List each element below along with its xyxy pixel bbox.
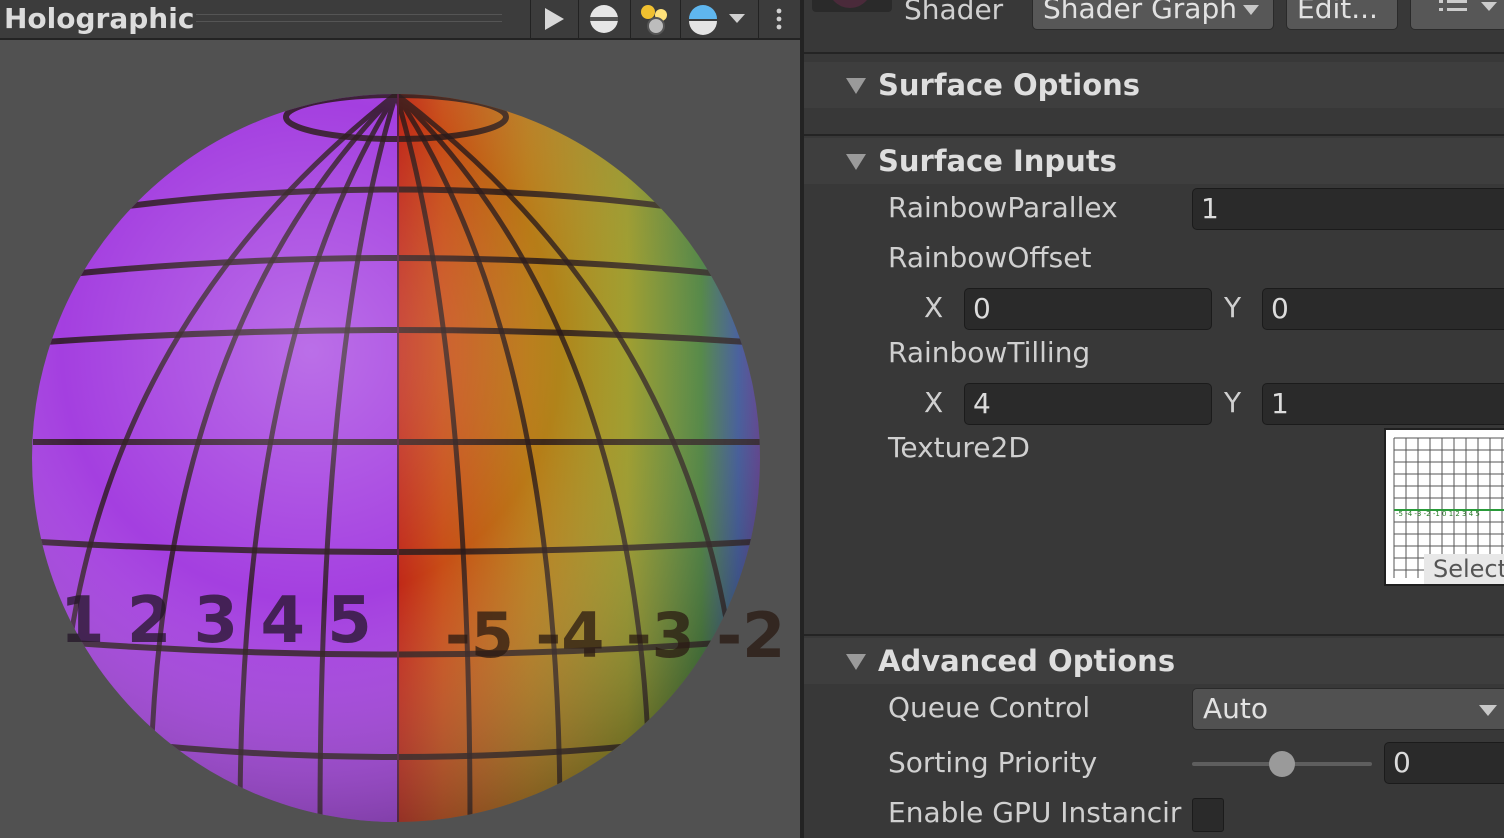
chevron-down-icon <box>1479 705 1497 716</box>
material-inspector: Shader Shader Graph Edit... Surface Opti… <box>800 0 1504 838</box>
preview-viewport[interactable]: 1 2 3 4 5 -5 -4 -3 -2 <box>0 42 800 838</box>
rainbow-offset-y-field[interactable]: 0 <box>1262 288 1504 330</box>
kebab-menu-icon <box>776 8 782 30</box>
foldout-arrow-icon <box>846 78 866 94</box>
gpu-instancing-checkbox[interactable] <box>1192 798 1224 832</box>
section-advanced-options[interactable]: Advanced Options <box>804 638 1504 684</box>
list-icon <box>1439 0 1497 11</box>
foldout-arrow-icon <box>846 654 866 670</box>
rainbow-offset-x-label[interactable]: X <box>924 290 943 326</box>
section-title: Advanced Options <box>878 644 1176 678</box>
section-title: Surface Options <box>878 68 1141 102</box>
queue-control-dropdown[interactable]: Auto <box>1192 688 1504 730</box>
shader-menu-button[interactable] <box>1410 0 1504 30</box>
foldout-arrow-icon <box>846 154 866 170</box>
section-surface-inputs[interactable]: Surface Inputs <box>804 138 1504 184</box>
sphere-icon <box>590 5 618 33</box>
preview-lights-button[interactable] <box>630 0 679 38</box>
sorting-priority-field[interactable]: 0 <box>1384 742 1504 784</box>
preview-header: Holographic <box>0 0 800 40</box>
queue-control-value: Auto <box>1203 692 1269 725</box>
divider <box>804 134 1504 136</box>
rainbow-offset-y-label[interactable]: Y <box>1224 290 1241 326</box>
title-drag-grip[interactable] <box>196 14 502 22</box>
rainbow-tilling-y-label[interactable]: Y <box>1224 385 1241 421</box>
queue-control-label: Queue Control <box>888 691 1091 724</box>
rainbow-tilling-y-field[interactable]: 1 <box>1262 383 1504 425</box>
shader-dropdown[interactable]: Shader Graph <box>1032 0 1274 30</box>
edit-button-label: Edit... <box>1297 0 1378 25</box>
chevron-down-icon <box>1242 5 1259 15</box>
sphere-numbers-left: 1 2 3 4 5 <box>60 584 372 658</box>
material-preview-panel: Holographic 1 2 3 4 5 -5 -4 -3 -2 <box>0 0 800 838</box>
shader-label: Shader <box>904 0 1004 26</box>
texture2d-label: Texture2D <box>888 431 1030 464</box>
divider <box>804 52 1504 54</box>
preview-title: Holographic <box>4 2 195 35</box>
section-title: Surface Inputs <box>878 144 1117 178</box>
rainbow-tilling-x-field[interactable]: 4 <box>964 383 1212 425</box>
shader-dropdown-value: Shader Graph <box>1043 0 1237 25</box>
rainbow-offset-x-field[interactable]: 0 <box>964 288 1212 330</box>
holographic-sphere: 1 2 3 4 5 -5 -4 -3 -2 <box>32 94 785 822</box>
play-icon <box>545 8 564 30</box>
texture-axis-numbers: -5 -4 -3 -2 -1 0 1 2 3 4 5 <box>1396 510 1480 518</box>
preview-more-button[interactable] <box>758 0 799 38</box>
play-button[interactable] <box>530 0 577 38</box>
rainbow-tilling-label: RainbowTilling <box>888 336 1091 369</box>
section-surface-options[interactable]: Surface Options <box>804 62 1504 108</box>
material-thumbnail <box>812 0 892 12</box>
lights-icon <box>641 5 667 35</box>
skybox-icon <box>689 5 717 35</box>
gpu-instancing-label: Enable GPU Instancir <box>888 796 1182 829</box>
preview-mesh-button[interactable] <box>578 0 629 38</box>
chevron-down-icon <box>729 14 745 23</box>
preview-skybox-dropdown[interactable] <box>680 0 755 38</box>
texture-select-button[interactable]: Select <box>1424 554 1504 584</box>
sphere-numbers-right: -5 -4 -3 -2 <box>445 599 785 672</box>
rainbow-offset-label: RainbowOffset <box>888 241 1092 274</box>
sorting-priority-label: Sorting Priority <box>888 746 1098 779</box>
rainbow-parallex-field[interactable]: 1 <box>1192 188 1504 230</box>
edit-shader-button[interactable]: Edit... <box>1286 0 1398 30</box>
rainbow-tilling-x-label[interactable]: X <box>924 385 943 421</box>
sorting-priority-slider-thumb[interactable] <box>1269 751 1295 777</box>
divider <box>804 634 1504 636</box>
texture2d-slot[interactable]: -5 -4 -3 -2 -1 0 1 2 3 4 5 Select <box>1384 428 1504 586</box>
rainbow-parallex-label: RainbowParallex <box>888 191 1118 224</box>
